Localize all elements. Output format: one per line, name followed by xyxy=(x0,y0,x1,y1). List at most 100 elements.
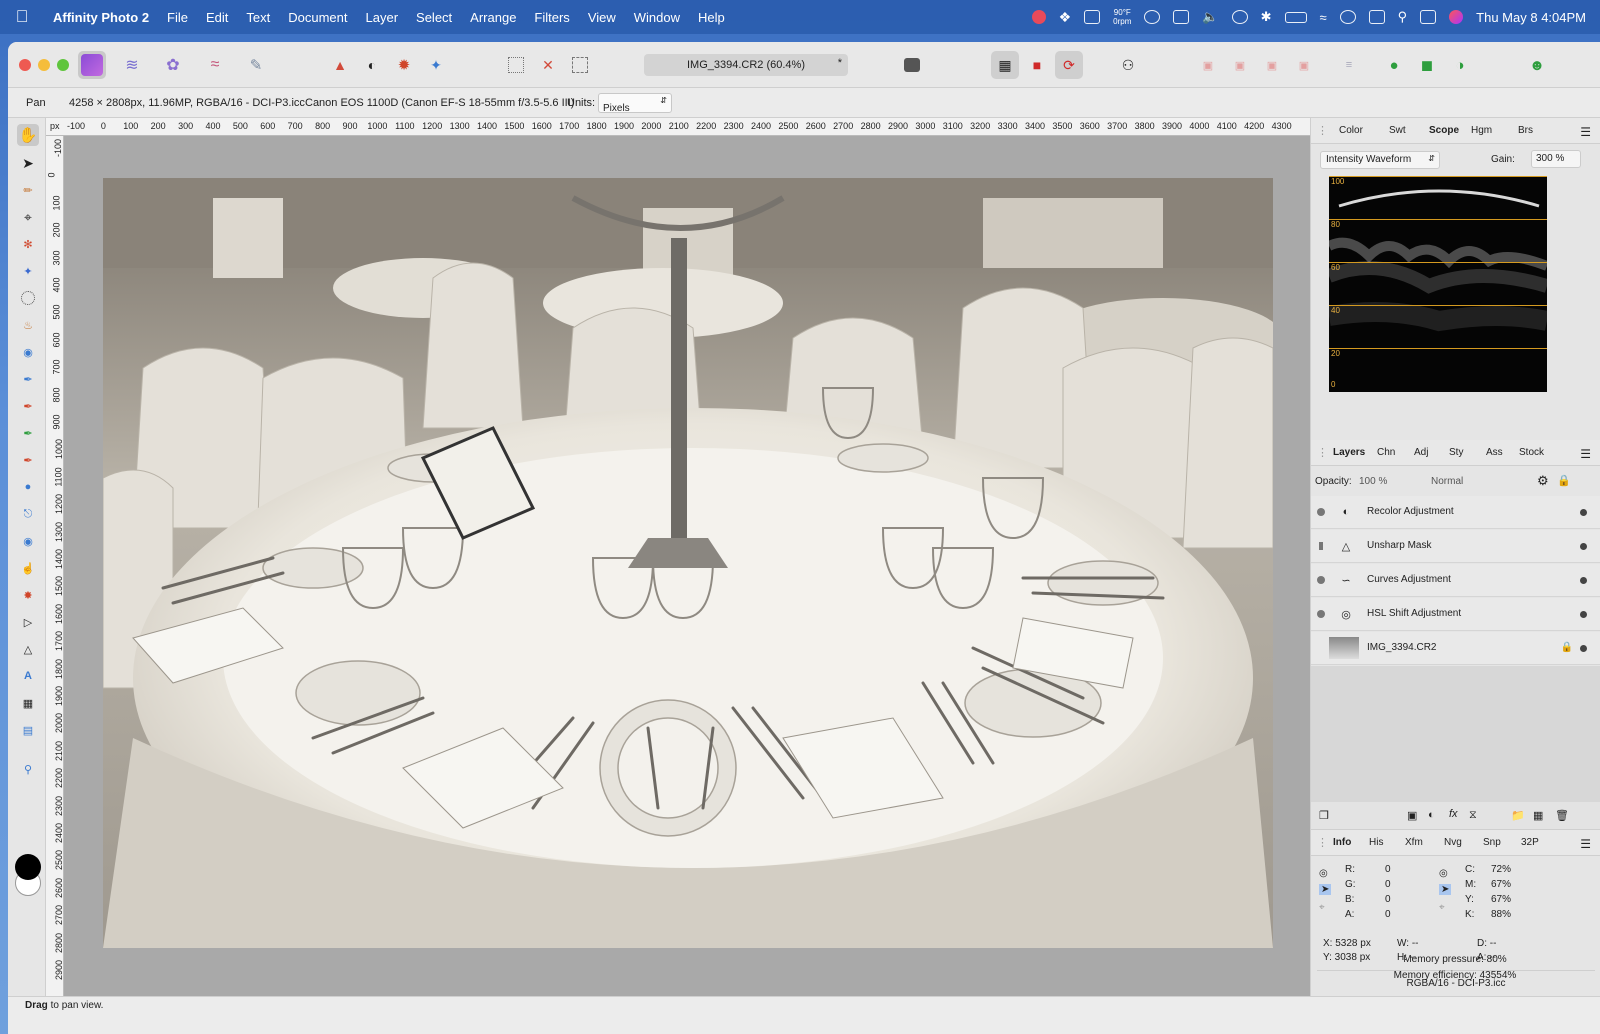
menu-file[interactable]: File xyxy=(158,10,197,25)
tab-32bit-preview[interactable]: 32P xyxy=(1521,837,1539,848)
erase-brush-tool[interactable]: ✒ xyxy=(17,395,39,417)
visibility-toggle[interactable] xyxy=(1319,542,1323,550)
time-machine-icon[interactable] xyxy=(1231,10,1248,24)
flood-select-tool[interactable]: ✦ xyxy=(17,260,39,282)
tab-adjustments[interactable]: Adj xyxy=(1414,447,1428,458)
gpu-monitor-icon[interactable] xyxy=(1084,10,1101,24)
sampler-pointer-icon[interactable]: ➤ xyxy=(1319,884,1332,895)
canvas-area[interactable]: px -100 0 100 200 300 400 500 600 700 800 900 1000 11… xyxy=(46,118,1310,996)
flood-fill-tool[interactable]: ♨ xyxy=(17,314,39,336)
bluetooth-icon[interactable]: ✱ xyxy=(1261,9,1272,25)
place-image-tool[interactable]: ▤ xyxy=(17,719,39,741)
foreground-color-swatch[interactable] xyxy=(15,854,41,880)
trash-icon[interactable]: 🗑 xyxy=(1555,809,1569,822)
export-persona-button[interactable]: ✎ xyxy=(242,51,270,79)
red-eye-tool[interactable]: ◉ xyxy=(17,530,39,552)
menubar-clock[interactable]: Thu May 8 4:04PM xyxy=(1476,10,1586,25)
sampler2-target-icon[interactable]: ◎ xyxy=(1439,868,1448,879)
tab-brushes[interactable]: Brs xyxy=(1518,125,1533,136)
marquee-tool[interactable] xyxy=(17,287,39,309)
panel-menu-icon[interactable]: ☰ xyxy=(1580,125,1591,139)
control-center-icon[interactable] xyxy=(1420,10,1437,24)
group-folder-icon[interactable]: 📁 xyxy=(1511,809,1525,822)
tab-navigator[interactable]: Nvg xyxy=(1444,837,1462,848)
invert-selection-button[interactable] xyxy=(566,51,594,79)
wifi-icon[interactable]: ≈ xyxy=(1320,10,1327,25)
tab-stock[interactable]: Stock xyxy=(1519,447,1544,458)
arrange-forward-button[interactable]: ▣ xyxy=(1258,51,1286,79)
menu-window[interactable]: Window xyxy=(625,10,689,25)
app-menu[interactable]: Affinity Photo 2 xyxy=(44,10,158,25)
opacity-value[interactable]: 100 % xyxy=(1359,476,1387,487)
apple-menu-icon[interactable]:  xyxy=(0,7,44,27)
crop-tool[interactable]: ⌖ xyxy=(17,206,39,228)
layer-row-unsharp-mask[interactable]: △ Unsharp Mask xyxy=(1311,530,1600,563)
boolean-intersect-button[interactable]: ◑ xyxy=(1446,51,1474,79)
zoom-window-button[interactable] xyxy=(57,59,69,71)
siri-icon[interactable] xyxy=(1449,10,1464,24)
select-all-button[interactable] xyxy=(502,51,530,79)
volume-icon[interactable]: 🔈 xyxy=(1202,9,1218,25)
battery-icon[interactable] xyxy=(1284,11,1307,23)
vertical-ruler[interactable]: -100 0 100 200 300 400 500 600 700 800 900 1000 1100… xyxy=(46,136,64,996)
units-select[interactable]: Pixels ⇵ xyxy=(598,93,672,114)
menu-edit[interactable]: Edit xyxy=(197,10,237,25)
assistant-button[interactable]: ⟳ xyxy=(1055,51,1083,79)
sampler2-crosshair-icon[interactable]: ⌖ xyxy=(1439,902,1445,913)
close-window-button[interactable] xyxy=(19,59,31,71)
panel-grip-icon[interactable]: ⋮ xyxy=(1317,446,1328,459)
temperature-widget[interactable]: 90°F 0rpm xyxy=(1113,8,1131,26)
sampler-target-icon[interactable]: ◎ xyxy=(1319,868,1328,879)
tab-snapshots[interactable]: Snp xyxy=(1483,837,1501,848)
spotlight-search-icon[interactable]: ⚲ xyxy=(1398,9,1408,25)
visibility-toggle[interactable] xyxy=(1317,508,1325,516)
auto-contrast-button[interactable]: ◐ xyxy=(358,51,386,79)
liquify-persona-button[interactable]: ≋ xyxy=(118,51,146,79)
text-tool[interactable]: A xyxy=(17,665,39,687)
document-tab[interactable]: IMG_3394.CR2 (60.4%) * xyxy=(644,54,848,76)
lock-icon[interactable]: 🔒 xyxy=(1557,474,1571,487)
table-tool[interactable]: ▦ xyxy=(17,692,39,714)
blend-mode-select[interactable]: Normal xyxy=(1431,476,1521,487)
panel-grip-icon[interactable]: ⋮ xyxy=(1317,124,1328,137)
align-button[interactable]: ≡ xyxy=(1335,51,1363,79)
layer-visibility-dot[interactable] xyxy=(1580,611,1587,618)
menu-view[interactable]: View xyxy=(579,10,625,25)
accessibility-icon[interactable] xyxy=(1144,10,1161,24)
menu-arrange[interactable]: Arrange xyxy=(461,10,525,25)
auto-colors-button[interactable]: ✹ xyxy=(390,51,418,79)
quick-mask-button[interactable] xyxy=(898,51,926,79)
tone-mapping-persona-button[interactable]: ≈ xyxy=(201,51,229,79)
color-picker-tool[interactable]: ✏ xyxy=(17,179,39,201)
layer-visibility-dot[interactable] xyxy=(1580,645,1587,652)
tab-assets[interactable]: Ass xyxy=(1486,447,1503,458)
tab-styles[interactable]: Sty xyxy=(1449,447,1463,458)
arrange-front-button[interactable]: ▣ xyxy=(1290,51,1318,79)
tab-scope[interactable]: Scope xyxy=(1429,125,1459,136)
menu-layer[interactable]: Layer xyxy=(357,10,408,25)
minimize-window-button[interactable] xyxy=(38,59,50,71)
layer-visibility-dot[interactable] xyxy=(1580,509,1587,516)
live-filter-icon[interactable]: ⧖ xyxy=(1469,809,1477,822)
tab-info[interactable]: Info xyxy=(1333,837,1351,848)
develop-persona-button[interactable]: ✿ xyxy=(159,51,187,79)
panel-grip-icon[interactable]: ⋮ xyxy=(1317,836,1328,849)
view-mode-button[interactable]: ■ xyxy=(1023,51,1051,79)
document-image[interactable] xyxy=(103,178,1273,948)
dropbox-icon[interactable]: ❖ xyxy=(1059,9,1072,26)
arrange-back-button[interactable]: ▣ xyxy=(1194,51,1222,79)
tab-layers[interactable]: Layers xyxy=(1333,447,1365,458)
sampler2-pointer-icon[interactable]: ➤ xyxy=(1439,884,1452,895)
clone-brush-tool[interactable]: ⎋ xyxy=(17,503,39,525)
account-button[interactable]: ☻ xyxy=(1523,51,1551,79)
shape-tool[interactable]: △ xyxy=(17,638,39,660)
dodge-brush-tool[interactable]: ✒ xyxy=(17,422,39,444)
user-icon[interactable] xyxy=(1339,10,1356,24)
zoom-tool[interactable]: ⚲ xyxy=(17,758,39,780)
menu-document[interactable]: Document xyxy=(279,10,356,25)
sampler-crosshair-icon[interactable]: ⌖ xyxy=(1319,902,1325,913)
layer-row-recolor[interactable]: ◐ Recolor Adjustment xyxy=(1311,496,1600,529)
arrange-backward-button[interactable]: ▣ xyxy=(1226,51,1254,79)
mask-layer-icon[interactable]: ▣ xyxy=(1407,809,1417,822)
gain-input[interactable]: 300 % xyxy=(1531,150,1581,168)
